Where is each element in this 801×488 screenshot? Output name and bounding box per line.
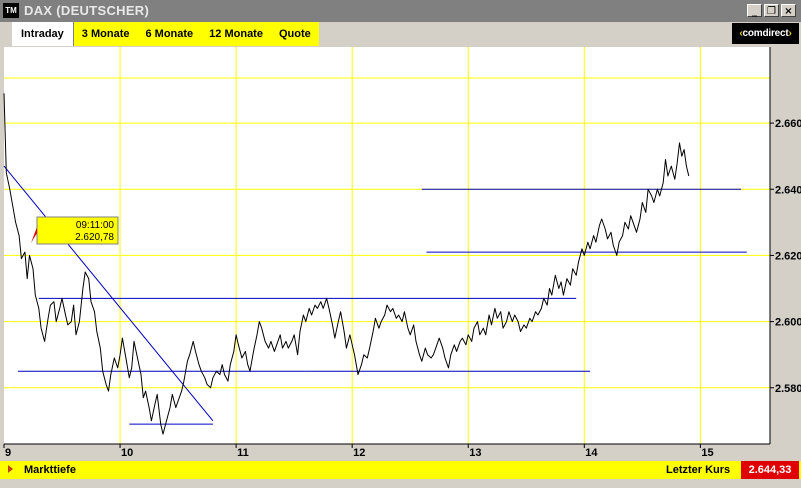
tab-6-monate[interactable]: 6 Monate (137, 22, 201, 46)
logo-text: comdirect (742, 28, 789, 39)
y-tick-label: 2.620 (775, 250, 801, 262)
price-chart[interactable]: 9 10 11 12 13 14 15 2.5802.6002.6202.6402.660 … (0, 47, 801, 460)
last-price-value: 2.644,33 (741, 461, 799, 479)
x-tick-label: 9 (5, 447, 11, 459)
tab-intraday[interactable]: Intraday (12, 22, 74, 46)
tab-12-monate[interactable]: 12 Monate (201, 22, 271, 46)
y-tick-label: 2.640 (775, 184, 801, 196)
x-tick-label: 12 (353, 447, 365, 459)
title-bar: TM DAX (DEUTSCHER) _ ❐ × (0, 0, 801, 22)
logo-bracket-right: › (788, 28, 792, 39)
plot-background (4, 47, 770, 444)
status-bar: Markttiefe Letzter Kurs (0, 461, 801, 479)
x-tick-label: 15 (701, 447, 713, 459)
restore-button[interactable]: ❐ (764, 4, 779, 17)
y-tick-label: 2.660 (775, 118, 801, 130)
close-button[interactable]: × (781, 4, 796, 17)
x-tick-label: 13 (469, 447, 481, 459)
x-tick-label: 11 (237, 447, 249, 459)
minimize-button[interactable]: _ (747, 4, 762, 17)
tab-bar: Intraday 3 Monate 6 Monate 12 Monate Quo… (0, 22, 801, 47)
period-tabs: Intraday 3 Monate 6 Monate 12 Monate Quo… (12, 22, 319, 46)
tooltip: 09:11:00 2.620,78 (31, 216, 119, 245)
x-tick-label: 10 (121, 447, 133, 459)
expand-arrow-icon[interactable] (8, 465, 13, 473)
markttiefe-link[interactable]: Markttiefe (24, 461, 76, 479)
tooltip-time: 09:11:00 (76, 220, 115, 231)
y-tick-label: 2.600 (775, 317, 801, 329)
tab-quote[interactable]: Quote (271, 22, 319, 46)
tab-3-monate[interactable]: 3 Monate (74, 22, 138, 46)
x-tick-label: 14 (585, 447, 598, 459)
chart-area[interactable]: 9 10 11 12 13 14 15 2.580 2.600 2.620 2.640 2.660 … (0, 47, 801, 460)
app-icon: TM (3, 3, 19, 18)
y-tick-label: 2.580 (775, 383, 801, 395)
comdirect-logo[interactable]: ‹comdirect› (732, 23, 799, 44)
window-title: DAX (DEUTSCHER) (24, 3, 150, 18)
tooltip-value: 2.620,78 (75, 232, 114, 243)
last-price-label: Letzter Kurs (666, 464, 731, 476)
